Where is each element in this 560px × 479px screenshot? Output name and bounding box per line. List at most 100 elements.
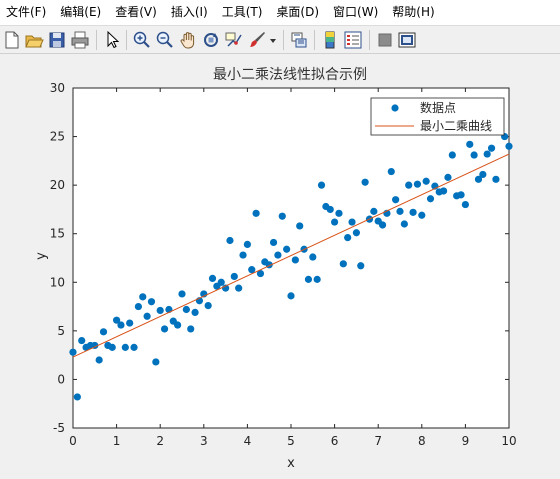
data-point (230, 272, 238, 281)
y-tick-label: 20 (50, 178, 65, 192)
new-figure-icon[interactable] (2, 30, 22, 50)
data-point (461, 200, 469, 209)
figure-toolbar (0, 25, 560, 54)
y-tick-label: 5 (57, 324, 65, 338)
toolbar-separator (314, 30, 315, 50)
data-point (317, 181, 326, 189)
pan-icon[interactable] (178, 30, 198, 50)
menu-desktop[interactable]: 桌面(D) (269, 0, 326, 25)
toolbar-separator (126, 30, 127, 50)
data-point (409, 208, 417, 216)
data-point (466, 140, 474, 148)
data-point (174, 321, 182, 329)
save-icon[interactable] (47, 30, 67, 50)
data-point (226, 236, 234, 245)
print-icon[interactable] (70, 30, 90, 50)
data-point (348, 218, 356, 226)
data-cursor-icon[interactable] (224, 30, 244, 50)
data-point (130, 343, 138, 351)
menu-insert[interactable]: 插入(I) (164, 0, 215, 25)
y-tick-label: 10 (50, 275, 65, 289)
legend-label-line: 最小二乘曲线 (420, 119, 492, 133)
data-point (291, 256, 299, 264)
x-tick-label: 4 (244, 434, 252, 448)
data-point (339, 260, 347, 268)
data-point (160, 325, 169, 333)
plot-area[interactable] (72, 87, 510, 429)
data-point (143, 312, 151, 320)
data-point (287, 292, 295, 300)
data-point (457, 191, 465, 199)
data-point (335, 209, 343, 217)
data-point (400, 220, 408, 228)
menu-view[interactable]: 查看(V) (108, 0, 164, 25)
menu-edit[interactable]: 编辑(E) (53, 0, 108, 25)
data-point (73, 393, 81, 401)
data-point (396, 207, 404, 215)
menu-file[interactable]: 文件(F) (0, 0, 53, 25)
zoom-in-icon[interactable] (132, 30, 152, 50)
x-tick-label: 0 (69, 434, 77, 448)
menu-window[interactable]: 窗口(W) (326, 0, 385, 25)
x-tick-label: 8 (418, 434, 426, 448)
data-point (357, 262, 365, 270)
menu-bar: 文件(F) 编辑(E) 查看(V) 插入(I) 工具(T) 桌面(D) 窗口(W… (0, 0, 560, 25)
menu-help[interactable]: 帮助(H) (385, 0, 441, 25)
data-point (309, 253, 317, 261)
data-point (178, 290, 186, 298)
data-point (296, 222, 304, 230)
data-point (492, 175, 500, 183)
x-tick-label: 10 (501, 434, 516, 448)
data-point (370, 207, 378, 215)
figure-area: 最小二乘法线性拟合示例 0 1 2 3 4 5 6 7 8 9 10 -5 0 5 10 15 20 25 30 x… (0, 54, 560, 475)
data-point (361, 178, 369, 186)
x-tick-label: 3 (200, 434, 208, 448)
x-tick-label: 1 (113, 434, 121, 448)
link-plot-icon[interactable] (289, 30, 309, 50)
legend[interactable]: 数据点 最小二乘曲线 (370, 97, 505, 136)
menu-tools[interactable]: 工具(T) (215, 0, 270, 25)
data-point (483, 150, 491, 158)
x-tick-label: 9 (462, 434, 470, 448)
data-point (147, 298, 156, 306)
show-plot-tools-icon[interactable] (397, 30, 417, 50)
y-tick-label: 0 (57, 372, 65, 386)
data-point (187, 325, 195, 333)
data-point (479, 170, 487, 179)
rotate-3d-icon[interactable] (201, 30, 221, 50)
data-point (252, 209, 260, 217)
brush-dropdown-icon[interactable] (268, 30, 278, 50)
toolbar-separator (283, 30, 284, 50)
open-file-icon[interactable] (24, 30, 44, 50)
data-point (243, 240, 251, 248)
hide-plot-tools-icon[interactable] (375, 30, 395, 50)
data-point (69, 348, 77, 356)
data-point (121, 343, 129, 351)
data-point (235, 284, 243, 292)
data-point (134, 302, 142, 311)
data-point (99, 328, 108, 336)
y-tick-label: 30 (50, 81, 65, 95)
legend-icon[interactable] (343, 30, 363, 50)
x-tick-label: 5 (287, 434, 295, 448)
data-point (278, 212, 286, 220)
scatter-chart: 最小二乘法线性拟合示例 0 1 2 3 4 5 6 7 8 9 10 -5 0 5 10 15 20 25 30 x… (34, 67, 517, 471)
brush-icon[interactable] (247, 30, 267, 50)
data-point (208, 274, 217, 282)
data-point (152, 358, 160, 366)
zoom-out-icon[interactable] (155, 30, 175, 50)
data-point (422, 177, 430, 185)
data-point (304, 275, 313, 283)
legend-marker-points (391, 104, 399, 112)
data-point (378, 221, 387, 229)
data-point (470, 151, 478, 159)
data-point (217, 278, 225, 286)
data-point (95, 356, 103, 364)
colorbar-icon[interactable] (320, 30, 340, 50)
x-tick-label: 2 (156, 434, 164, 448)
data-point (505, 142, 513, 150)
pointer-icon[interactable] (102, 30, 122, 50)
y-tick-label: -5 (53, 421, 65, 435)
y-axis-label: y (34, 252, 49, 260)
data-point (487, 144, 496, 152)
